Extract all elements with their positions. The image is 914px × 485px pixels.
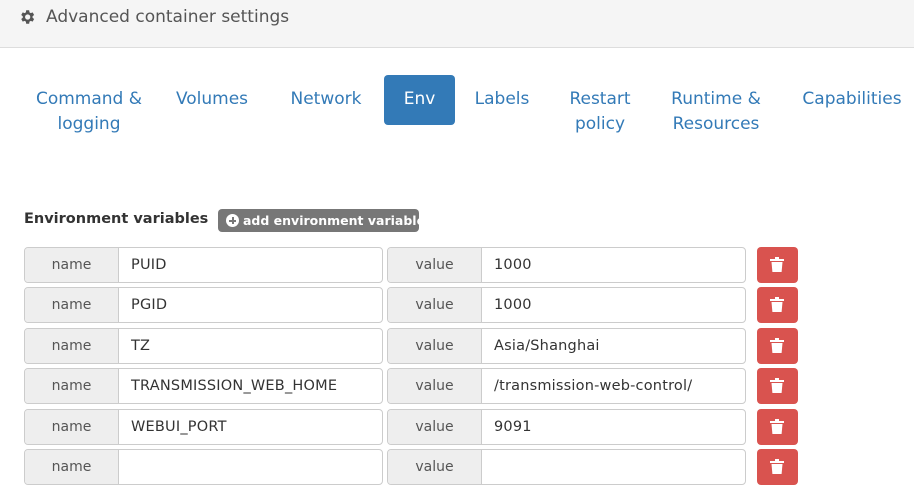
trash-icon [770, 459, 784, 474]
tab-volumes[interactable]: Volumes [163, 75, 261, 112]
panel-header: Advanced container settings [0, 0, 914, 48]
env-name-group: name WEBUI_PORT [24, 409, 383, 445]
tab-labels[interactable]: Labels [464, 75, 540, 112]
delete-env-button[interactable] [757, 449, 798, 485]
delete-env-button[interactable] [757, 287, 798, 323]
add-button-label: add environment variable [243, 213, 426, 228]
env-name-input[interactable]: PUID [131, 248, 167, 282]
env-section-label: Environment variables [24, 211, 209, 227]
name-addon: name [25, 410, 119, 444]
env-name-group: name [24, 449, 383, 485]
panel-title: Advanced container settings [46, 7, 290, 27]
env-name-group: name PGID [24, 287, 383, 323]
name-addon: name [25, 450, 119, 484]
env-name-input[interactable]: TRANSMISSION_WEB_HOME [131, 369, 337, 403]
tab-label: Command & logging [35, 89, 143, 134]
env-name-group: name TZ [24, 328, 383, 364]
tab-label: Capabilities [802, 89, 902, 109]
value-addon: value [388, 450, 482, 484]
tab-restart-policy[interactable]: Restart policy [557, 75, 643, 137]
env-value-group: value 1000 [387, 287, 746, 323]
trash-icon [770, 257, 784, 272]
env-row: name value [0, 449, 914, 485]
tab-label: Runtime & Resources [671, 89, 761, 134]
tab-network[interactable]: Network [277, 75, 375, 112]
env-row: name TRANSMISSION_WEB_HOME value /transm… [0, 368, 914, 404]
tab-label: Network [290, 89, 362, 109]
name-addon: name [25, 369, 119, 403]
tab-command-logging[interactable]: Command & logging [33, 75, 145, 137]
trash-icon [770, 378, 784, 393]
delete-env-button[interactable] [757, 328, 798, 364]
delete-env-button[interactable] [757, 368, 798, 404]
env-value-group: value 9091 [387, 409, 746, 445]
env-value-group: value 1000 [387, 247, 746, 283]
plus-circle-icon [226, 214, 239, 227]
env-row: name TZ value Asia/Shanghai [0, 328, 914, 364]
env-value-group: value [387, 449, 746, 485]
env-value-input[interactable]: 1000 [494, 288, 532, 322]
tab-label: Restart policy [569, 89, 631, 134]
value-addon: value [388, 410, 482, 444]
value-addon: value [388, 369, 482, 403]
env-row: name PUID value 1000 [0, 247, 914, 283]
env-row: name WEBUI_PORT value 9091 [0, 409, 914, 445]
settings-tabs: Command & logging Volumes Network Env La… [0, 75, 914, 175]
env-variable-list: name PUID value 1000 name PGID value 100… [0, 247, 914, 485]
env-name-input[interactable]: PGID [131, 288, 167, 322]
env-value-input[interactable]: 1000 [494, 248, 532, 282]
tab-label: Labels [474, 89, 530, 109]
tab-env[interactable]: Env [384, 75, 455, 125]
tab-label: Volumes [175, 89, 249, 109]
env-name-input[interactable]: TZ [131, 329, 150, 363]
delete-env-button[interactable] [757, 247, 798, 283]
env-value-input[interactable]: /transmission-web-control/ [494, 369, 692, 403]
add-environment-variable-button[interactable]: add environment variable [218, 209, 425, 232]
trash-icon [770, 419, 784, 434]
env-row: name PGID value 1000 [0, 287, 914, 323]
value-addon: value [388, 329, 482, 363]
env-value-group: value /transmission-web-control/ [387, 368, 746, 404]
env-name-group: name PUID [24, 247, 383, 283]
env-value-group: value Asia/Shanghai [387, 328, 746, 364]
value-addon: value [388, 288, 482, 322]
env-name-group: name TRANSMISSION_WEB_HOME [24, 368, 383, 404]
tab-label: Env [403, 89, 436, 109]
trash-icon [770, 338, 784, 353]
env-value-input[interactable]: 9091 [494, 410, 532, 444]
tab-runtime-resources[interactable]: Runtime & Resources [662, 75, 770, 137]
name-addon: name [25, 288, 119, 322]
name-addon: name [25, 248, 119, 282]
env-value-input[interactable]: Asia/Shanghai [494, 329, 600, 363]
value-addon: value [388, 248, 482, 282]
tab-capabilities[interactable]: Capabilities [792, 75, 912, 112]
gear-icon [21, 10, 35, 24]
delete-env-button[interactable] [757, 409, 798, 445]
name-addon: name [25, 329, 119, 363]
trash-icon [770, 297, 784, 312]
env-name-input[interactable]: WEBUI_PORT [131, 410, 227, 444]
